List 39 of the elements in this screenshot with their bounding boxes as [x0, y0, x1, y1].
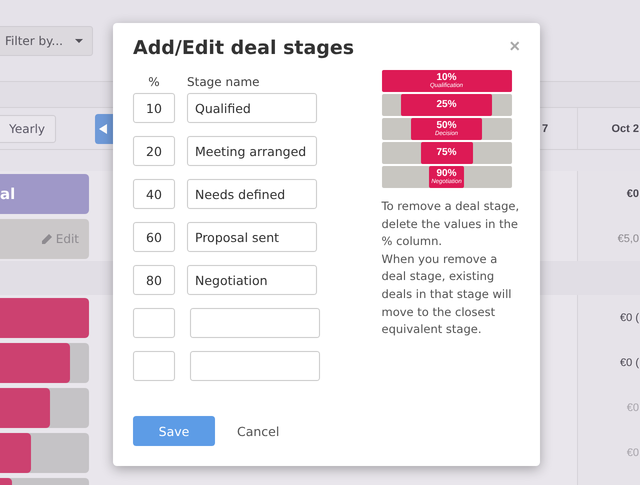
filter-dropdown[interactable]: Filter by... — [0, 26, 93, 56]
table-cell: €0 ( — [620, 356, 639, 368]
column-header: Oct 2 — [611, 122, 639, 134]
stage-name-field[interactable]: Qualified — [187, 93, 317, 123]
period-button[interactable]: Yearly — [0, 114, 56, 142]
percent-field[interactable]: 60 — [133, 222, 175, 252]
funnel-label: 10% — [436, 73, 456, 83]
percent-field[interactable] — [133, 308, 175, 338]
help-text: To remove a deal stage, delete the values in the % column. — [382, 198, 520, 250]
table-cell: €0 — [626, 188, 639, 200]
table-cell: €5,0 — [618, 232, 639, 244]
table-cell: €0 — [626, 446, 639, 458]
stage-name-field[interactable] — [190, 308, 320, 338]
funnel-label: 90% — [436, 169, 456, 179]
percent-field[interactable]: 80 — [133, 265, 175, 295]
left-arrow-icon — [99, 124, 107, 134]
percent-field[interactable]: 40 — [133, 179, 175, 209]
bar-label: al — [0, 184, 16, 202]
percent-field[interactable] — [133, 351, 175, 381]
caret-icon — [74, 38, 83, 42]
table-cell: €0 — [626, 402, 639, 414]
stage-name-field[interactable]: Proposal sent — [187, 222, 317, 252]
table-cell: €0 ( — [620, 312, 639, 324]
funnel-label: 75% — [436, 148, 456, 158]
stage-name-field[interactable]: Needs defined — [187, 179, 317, 209]
stage-name-field[interactable]: Negotiation — [187, 265, 317, 295]
column-header: Stage name — [187, 75, 261, 89]
stage-name-field[interactable] — [190, 351, 320, 381]
column-header: 7 — [542, 122, 548, 134]
pencil-icon — [42, 234, 52, 244]
funnel-label: 25% — [436, 100, 456, 110]
column-header: % — [147, 75, 161, 89]
percent-field[interactable]: 20 — [133, 136, 175, 166]
help-text: When you remove a deal stage, existing deals in that stage will move to the closest equivalent stage. — [382, 250, 512, 338]
stage-name-field[interactable]: Meeting arranged — [187, 136, 317, 166]
funnel-label: 50% — [436, 121, 456, 131]
percent-field[interactable]: 10 — [133, 93, 175, 123]
cancel-button[interactable]: Cancel — [237, 424, 280, 438]
dialog-title: Add/Edit deal stages — [133, 37, 354, 59]
